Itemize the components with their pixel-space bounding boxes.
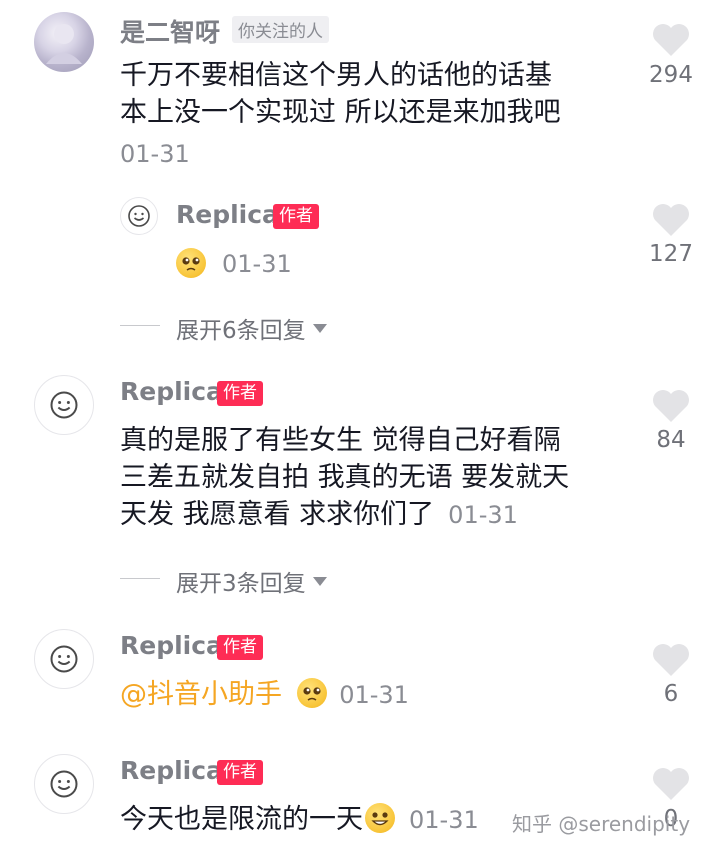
grinning-face-emoji [365,803,395,833]
author-tag: 作者 [273,204,319,229]
comment-username[interactable]: Replica [120,756,223,785]
smiley-icon [50,770,78,798]
expand-replies-button[interactable]: 展开3条回复 [176,564,328,598]
author-tag: 作者 [217,635,263,660]
heart-icon [653,390,689,422]
smiley-icon [128,205,150,227]
like-count: 84 [656,427,686,453]
comment-text-line: 真的是服了有些女生 觉得自己好看隔 [120,425,561,456]
comment-date: 01-31 [120,140,190,168]
user-avatar[interactable] [34,754,94,814]
like-count: 127 [649,241,693,267]
expand-replies-label: 展开3条回复 [176,571,306,597]
reply-text [176,248,206,278]
comment-date: 01-31 [222,250,292,278]
smiley-icon [50,391,78,419]
comment-text-line: 千万不要相信这个男人的话他的话基 [120,60,552,91]
comment-text-line: 三差五就发自拍 我真的无语 要发就天 [120,462,570,493]
comment-date: 01-31 [409,806,479,834]
heart-icon [653,24,689,56]
user-avatar[interactable] [34,12,94,72]
user-avatar[interactable] [120,197,158,235]
comment-username[interactable]: Replica [120,377,223,406]
like-button[interactable] [651,766,691,806]
user-avatar[interactable] [34,629,94,689]
author-tag: 作者 [217,381,263,406]
comment-text: 真的是服了有些女生 觉得自己好看隔 三差五就发自拍 我真的无语 要发就天 天发 … [120,422,640,534]
comment-text: @抖音小助手 01-31 [120,676,409,714]
heart-icon [653,204,689,236]
triangle-down-icon [312,324,327,333]
comment-text-line: 天发 我愿意看 求求你们了 01-31 [120,499,518,530]
author-tag: 作者 [217,760,263,785]
comment-date: 01-31 [339,681,409,709]
triangle-down-icon [312,577,327,586]
like-button[interactable] [651,388,691,428]
like-button[interactable] [651,642,691,682]
divider [120,325,160,326]
like-button[interactable] [651,22,691,62]
pleading-face-emoji [296,678,327,708]
heart-icon [653,644,689,676]
expand-replies-button[interactable]: 展开6条回复 [176,311,328,345]
watermark: 知乎 @serendipity [512,812,691,836]
comment-text: 今天也是限流的一天 01-31 [120,803,479,835]
mention-link[interactable]: @抖音小助手 [120,679,282,710]
comment-username[interactable]: Replica [176,200,279,229]
like-button[interactable] [651,202,691,242]
heart-icon [653,768,689,800]
comment-username[interactable]: Replica [120,631,223,660]
like-count: 6 [663,681,679,707]
comment-username[interactable]: 是二智呀 [120,13,220,49]
user-avatar[interactable] [34,375,94,435]
followed-tag: 你关注的人 [232,16,329,43]
comment-date: 01-31 [448,501,518,529]
smiley-icon [50,645,78,673]
comment-text: 千万不要相信这个男人的话他的话基 本上没一个实现过 所以还是来加我吧 [120,57,640,131]
like-count: 294 [649,62,693,88]
pleading-face-emoji [176,248,206,278]
expand-replies-label: 展开6条回复 [176,318,306,344]
comment-text-line: 本上没一个实现过 所以还是来加我吧 [120,97,561,128]
avatar-image [46,24,82,64]
divider [120,578,160,579]
